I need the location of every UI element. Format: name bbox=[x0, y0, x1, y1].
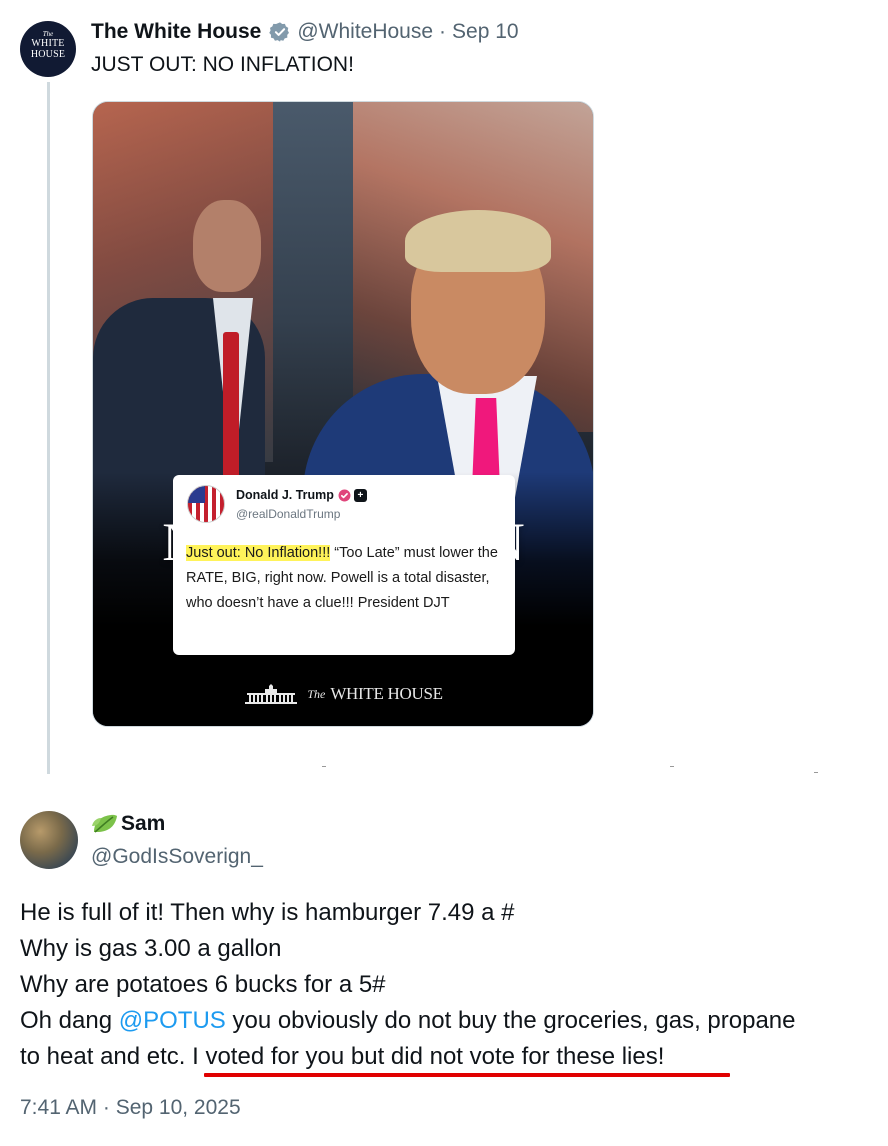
reply-line-2: Why is gas 3.00 a gallon bbox=[20, 935, 282, 962]
separator-dot: · bbox=[439, 20, 447, 43]
embedded-post-card: Donald J. Trump + @realDonaldTrump Just … bbox=[173, 475, 515, 655]
author-handle[interactable]: @WhiteHouse bbox=[297, 20, 433, 44]
reply-line-4: Oh dang @POTUS you obviously do not buy … bbox=[20, 1003, 870, 1039]
reply-line-5: to heat and etc. I voted for you but did… bbox=[20, 1043, 665, 1070]
reply-line-1: He is full of it! Then why is hamburger … bbox=[20, 899, 515, 926]
reply-line-4-post: you obviously do not buy the groceries, … bbox=[225, 1007, 796, 1034]
white-house-footer: The WHITE HOUSE bbox=[93, 684, 593, 704]
speck-artifact bbox=[670, 766, 674, 767]
embedded-post-handle: @realDonaldTrump bbox=[236, 507, 341, 521]
agent-figure-head bbox=[193, 200, 261, 292]
tweet-media-image[interactable]: NO INFLATION Donald J. Trump + @realDona… bbox=[92, 101, 594, 727]
highlighted-text: Just out: No Inflation!!! bbox=[186, 545, 331, 561]
leaf-emoji-icon bbox=[92, 814, 117, 833]
reply-timestamp[interactable]: 7:41 AM · Sep 10, 2025 bbox=[20, 1096, 241, 1120]
footer-the: The bbox=[307, 686, 326, 701]
author-name[interactable]: The White House bbox=[91, 20, 261, 44]
parent-tweet-header: The White House @WhiteHouse · Sep 10 bbox=[91, 18, 519, 46]
red-underline-annotation bbox=[204, 1073, 730, 1077]
reply-author[interactable]: Sam bbox=[91, 812, 165, 836]
verified-badge-icon bbox=[338, 489, 351, 501]
speck-artifact bbox=[814, 772, 818, 773]
plus-icon: + bbox=[353, 488, 367, 502]
white-house-avatar[interactable]: The WHITE HOUSE bbox=[20, 21, 76, 77]
main-figure-hair bbox=[405, 210, 551, 272]
white-house-building-icon bbox=[245, 684, 298, 704]
tweet-date[interactable]: Sep 10 bbox=[452, 20, 519, 44]
footer-white-house: WHITE HOUSE bbox=[330, 684, 443, 703]
reply-text: He is full of it! Then why is hamburger … bbox=[20, 895, 870, 1075]
avatar-text-the: The bbox=[42, 30, 54, 38]
speck-artifact bbox=[322, 766, 326, 767]
embedded-post-name: Donald J. Trump bbox=[236, 488, 334, 502]
verified-badge-icon bbox=[269, 22, 290, 42]
embedded-post-avatar bbox=[187, 485, 225, 523]
avatar-text-white: WHITE bbox=[31, 38, 65, 49]
embedded-post-author: Donald J. Trump + bbox=[236, 488, 367, 502]
tweet-text: JUST OUT: NO INFLATION! bbox=[91, 53, 354, 76]
reply-line-4-pre: Oh dang bbox=[20, 1007, 119, 1034]
avatar-text-house: HOUSE bbox=[30, 49, 66, 60]
thread-connector-line bbox=[47, 82, 50, 774]
embedded-post-body: Just out: No Inflation!!! “Too Late” mus… bbox=[186, 541, 506, 616]
reply-author-handle[interactable]: @GodIsSoverign_ bbox=[91, 845, 263, 869]
potus-mention-link[interactable]: @POTUS bbox=[119, 1007, 226, 1034]
sam-avatar[interactable] bbox=[20, 811, 78, 869]
reply-line-3: Why are potatoes 6 bucks for a 5# bbox=[20, 971, 386, 998]
reply-author-name[interactable]: Sam bbox=[121, 812, 165, 836]
